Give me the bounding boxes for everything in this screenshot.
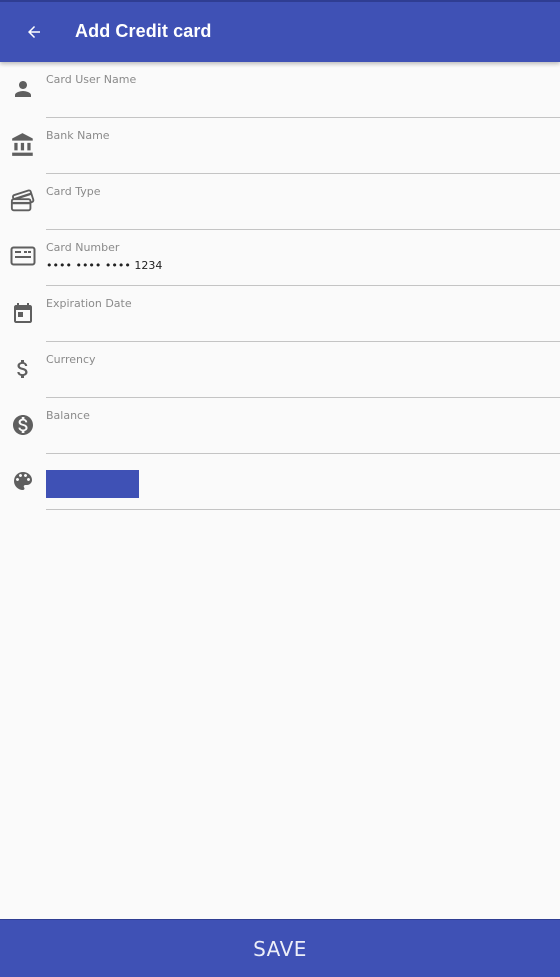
- dollar-sign-icon: [10, 356, 36, 382]
- currency-label: Currency: [46, 353, 96, 366]
- balance-row: Balance: [0, 398, 560, 454]
- bank-name-row: Bank Name: [0, 118, 560, 174]
- cards-icon: [10, 188, 36, 214]
- expiration-date-row: Expiration Date: [0, 286, 560, 342]
- expiration-date-field[interactable]: Expiration Date: [46, 286, 560, 342]
- expiration-date-label: Expiration Date: [46, 297, 132, 310]
- color-swatch[interactable]: [46, 470, 139, 498]
- card-user-name-row: Card User Name: [0, 62, 560, 118]
- card-type-label: Card Type: [46, 185, 101, 198]
- arrow-back-icon: [28, 26, 40, 38]
- card-type-row: Card Type: [0, 174, 560, 230]
- person-icon: [10, 76, 36, 102]
- calendar-icon: [10, 300, 36, 326]
- app-bar: Add Credit card: [0, 0, 560, 62]
- card-user-name-field[interactable]: Card User Name: [46, 62, 560, 118]
- balance-label: Balance: [46, 409, 90, 422]
- bank-icon: [10, 132, 36, 158]
- save-button[interactable]: SAVE: [0, 919, 560, 977]
- page-title: Add Credit card: [75, 21, 212, 41]
- dollar-circle-icon: [10, 412, 36, 438]
- credit-card-icon: [10, 243, 36, 269]
- balance-field[interactable]: Balance: [46, 398, 560, 454]
- card-type-field[interactable]: Card Type: [46, 174, 560, 230]
- back-button[interactable]: [20, 18, 48, 46]
- card-number-label: Card Number: [46, 241, 120, 254]
- card-color-row: [0, 454, 560, 510]
- currency-row: Currency: [0, 342, 560, 398]
- currency-field[interactable]: Currency: [46, 342, 560, 398]
- bank-name-field[interactable]: Bank Name: [46, 118, 560, 174]
- save-button-label: SAVE: [253, 936, 307, 961]
- bank-name-label: Bank Name: [46, 129, 110, 142]
- card-number-row: Card Number •••• •••• •••• 1234: [0, 230, 560, 286]
- palette-icon: [10, 468, 36, 494]
- credit-card-form: Card User Name Bank Name Card Type Card …: [0, 62, 560, 510]
- card-number-input[interactable]: •••• •••• •••• 1234: [46, 259, 162, 272]
- card-color-field: [46, 454, 560, 510]
- card-number-field[interactable]: Card Number •••• •••• •••• 1234: [46, 230, 560, 286]
- card-user-name-label: Card User Name: [46, 73, 137, 86]
